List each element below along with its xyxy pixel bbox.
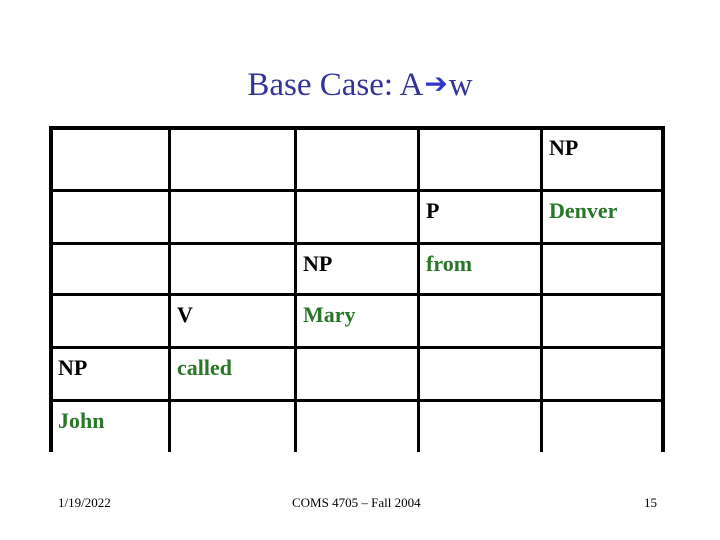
chart-cell-word: from [426,251,473,276]
table-gridline-horizontal [49,399,665,402]
chart-cell-label: NP [58,355,88,380]
table-gridline-horizontal [49,346,665,349]
footer-date: 1/19/2022 [58,495,111,510]
table-border-vertical [49,126,53,452]
chart-cell-word: called [177,355,232,380]
chart-cell-word: Denver [549,198,618,223]
table-gridline-horizontal [49,242,665,245]
chart-cell-word: Mary [303,302,356,327]
chart-cell-label: V [177,302,193,327]
footer-course: COMS 4705 – Fall 2004 [292,495,421,510]
table-gridline-horizontal [49,189,665,192]
table-gridline-horizontal [49,293,665,296]
cky-chart-table: NP P Denver NP from V Mary NP called John [0,0,720,540]
table-gridline-vertical [540,126,543,452]
chart-cell-word: John [58,408,105,433]
table-border-horizontal [49,126,665,130]
chart-cell-label: P [426,198,440,223]
footer-page-number: 15 [644,495,657,510]
chart-cell-label: NP [303,251,333,276]
table-gridline-vertical [294,126,297,452]
table-border-vertical [661,126,665,452]
chart-cell-label: NP [549,135,579,160]
table-gridline-vertical [417,126,420,452]
table-gridline-vertical [168,126,171,452]
